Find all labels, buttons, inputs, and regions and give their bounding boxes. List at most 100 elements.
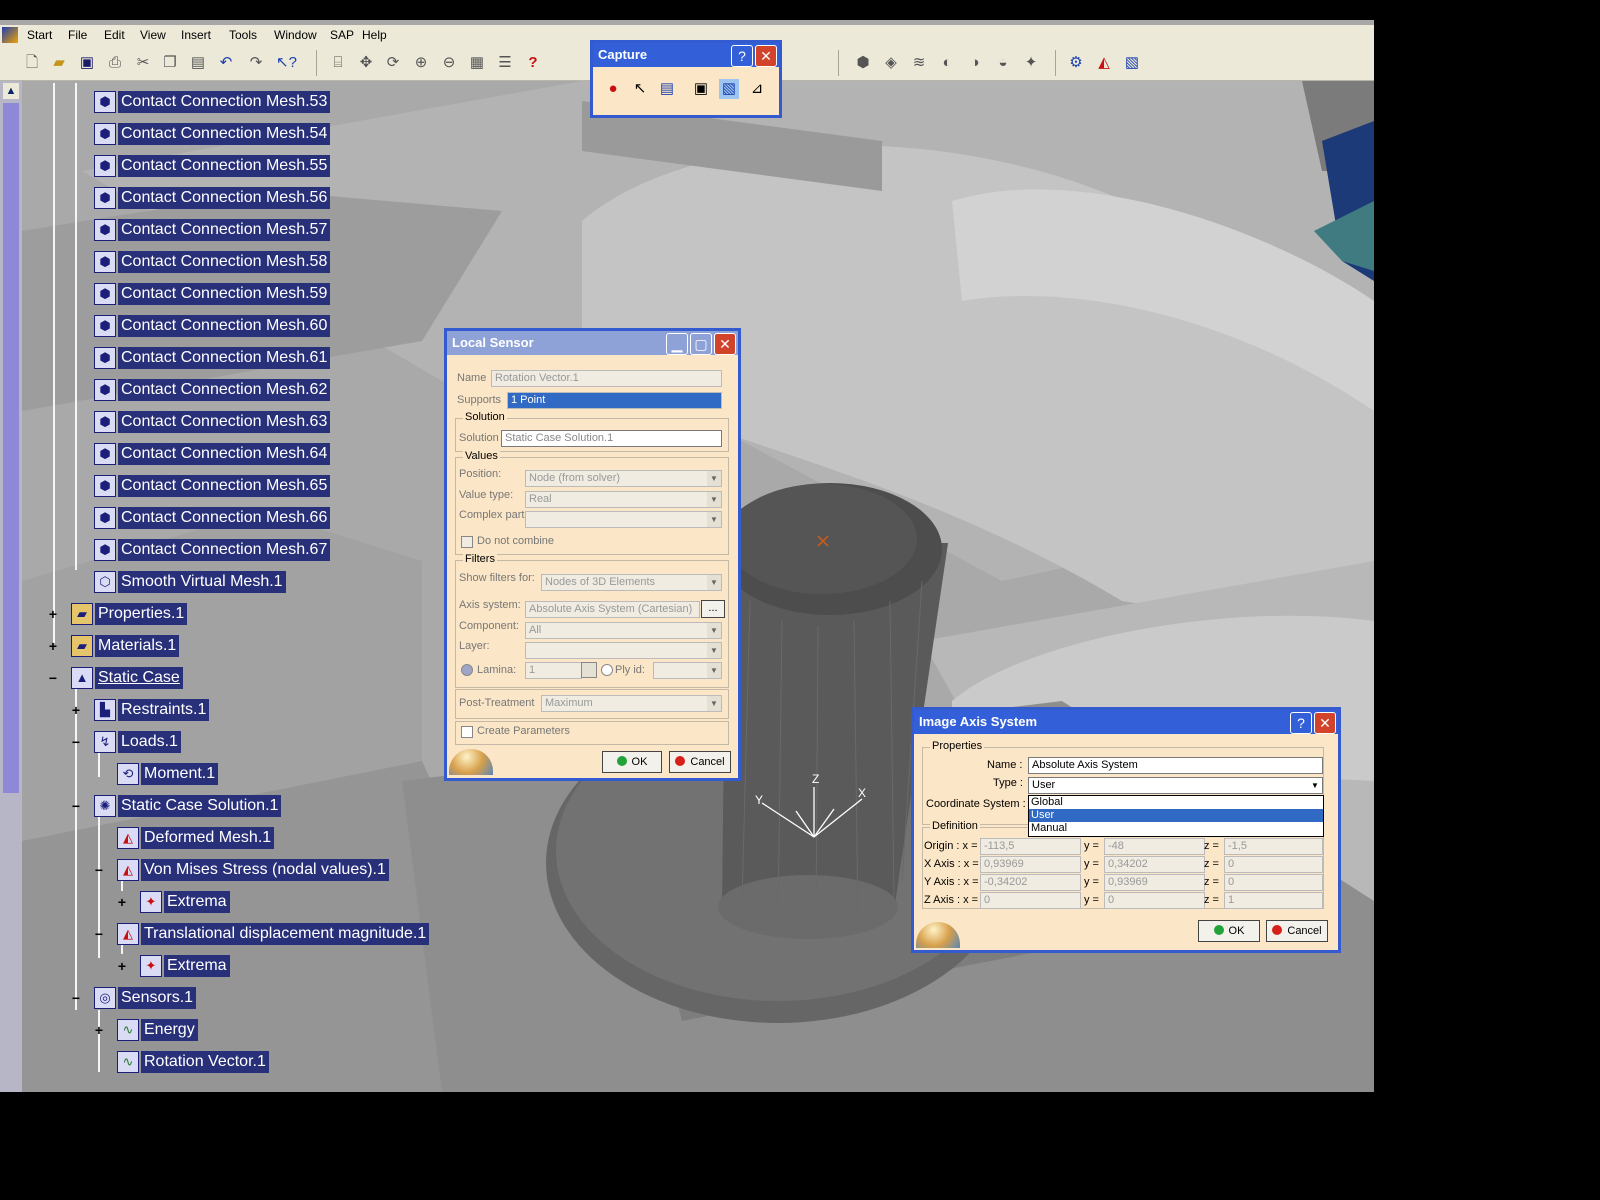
x-axis-x-field[interactable]: 0,93969 [980, 856, 1081, 873]
ok-button[interactable]: OK [1198, 920, 1260, 942]
collapse-icon[interactable]: − [93, 927, 105, 941]
menu-help[interactable]: Help [362, 28, 387, 42]
whats-this-icon[interactable]: ↖? [276, 53, 297, 73]
tree-item-label[interactable]: Contact Connection Mesh.57 [118, 219, 331, 241]
help-icon[interactable]: ? [523, 53, 543, 73]
menu-edit[interactable]: Edit [104, 28, 125, 42]
help-button[interactable]: ? [1290, 712, 1312, 734]
tree-item-label[interactable]: Contact Connection Mesh.54 [118, 123, 331, 145]
menu-window[interactable]: Window [274, 28, 317, 42]
position-select[interactable]: Node (from solver) ▼ [525, 470, 722, 487]
zoom-out-icon[interactable]: ⊖ [439, 53, 459, 73]
post-treatment-select[interactable]: Maximum ▼ [541, 695, 722, 712]
option-user[interactable]: User [1029, 809, 1323, 822]
tree-item-label[interactable]: Contact Connection Mesh.66 [118, 507, 331, 529]
y-axis-y-field[interactable]: 0,93969 [1104, 874, 1205, 891]
deform-icon[interactable]: ≋ [909, 53, 929, 73]
cancel-button[interactable]: Cancel [669, 751, 731, 773]
value-type-select[interactable]: Real ▼ [525, 491, 722, 508]
tree-item-label[interactable]: Contact Connection Mesh.64 [118, 443, 331, 465]
tree-item-label[interactable]: Contact Connection Mesh.65 [118, 475, 331, 497]
tree-item-label[interactable]: Contact Connection Mesh.61 [118, 347, 331, 369]
tree-item-label[interactable]: Contact Connection Mesh.53 [118, 91, 331, 113]
dropdown-arrow-icon[interactable]: ▼ [707, 575, 721, 590]
expand-icon[interactable]: + [70, 703, 82, 717]
axis-browse-button[interactable]: ... [701, 600, 725, 618]
tree-item-label[interactable]: Deformed Mesh.1 [141, 827, 275, 849]
collapse-icon[interactable]: − [47, 671, 59, 685]
animate-icon[interactable]: ◐ [937, 53, 957, 73]
pan-icon[interactable]: ✥ [356, 53, 376, 73]
expand-icon[interactable]: + [47, 607, 59, 621]
rotate-icon[interactable]: ⟳ [383, 53, 403, 73]
maximize-button[interactable]: ▢ [690, 333, 712, 355]
close-button[interactable]: ✕ [1314, 712, 1336, 734]
y-axis-x-field[interactable]: -0,34202 [980, 874, 1081, 891]
do-not-combine-checkbox[interactable] [461, 536, 473, 548]
origin-x-field[interactable]: -113,5 [980, 838, 1081, 855]
expand-icon[interactable]: + [93, 1023, 105, 1037]
tree-item-label[interactable]: Contact Connection Mesh.59 [118, 283, 331, 305]
dropdown-arrow-icon[interactable]: ▼ [707, 643, 721, 658]
z-axis-z-field[interactable]: 1 [1224, 892, 1323, 909]
lamina-radio[interactable] [461, 664, 473, 676]
print-icon[interactable]: ⎙ [105, 53, 125, 73]
z-axis-x-field[interactable]: 0 [980, 892, 1081, 909]
ply-id-select[interactable]: ▼ [653, 662, 722, 679]
tree-item-label[interactable]: Contact Connection Mesh.63 [118, 411, 331, 433]
cut-icon[interactable]: ✂ [133, 53, 153, 73]
menu-sap[interactable]: SAP [330, 28, 354, 42]
dropdown-arrow-icon[interactable]: ▼ [707, 623, 721, 638]
tree-item-label[interactable]: Restraints.1 [118, 699, 210, 721]
supports-field[interactable]: 1 Point [507, 392, 722, 409]
paste-icon[interactable]: ▤ [188, 53, 208, 73]
tree-item-label[interactable]: Moment.1 [141, 763, 219, 785]
minimize-button[interactable]: ▁ [666, 333, 688, 355]
x-axis-y-field[interactable]: 0,34202 [1104, 856, 1205, 873]
dropdown-arrow-icon[interactable]: ▼ [707, 492, 721, 507]
y-axis-z-field[interactable]: 0 [1224, 874, 1323, 891]
tree-item-label[interactable]: Contact Connection Mesh.56 [118, 187, 331, 209]
show-filters-select[interactable]: Nodes of 3D Elements ▼ [541, 574, 722, 591]
origin-y-field[interactable]: -48 [1104, 838, 1205, 855]
complex-part-select[interactable]: ▼ [525, 511, 722, 528]
tree-item-label[interactable]: Extrema [164, 955, 230, 977]
collapse-icon[interactable]: − [70, 991, 82, 1005]
x-axis-z-field[interactable]: 0 [1224, 856, 1323, 873]
z-axis-y-field[interactable]: 0 [1104, 892, 1205, 909]
expand-icon[interactable]: + [47, 639, 59, 653]
capture-mode-icon[interactable]: ▣ [691, 79, 711, 99]
tree-item-label[interactable]: Contact Connection Mesh.67 [118, 539, 331, 561]
extrema-icon[interactable]: ✦ [1021, 53, 1041, 73]
menu-view[interactable]: View [140, 28, 166, 42]
tree-item-label[interactable]: Contact Connection Mesh.58 [118, 251, 331, 273]
option-manual[interactable]: Manual [1029, 822, 1323, 835]
amplification-icon[interactable]: ◒ [993, 53, 1013, 73]
mesh-icon[interactable]: ⬢ [853, 53, 873, 73]
fly-mode-icon[interactable]: ⌸ [328, 53, 348, 73]
sensor-icon[interactable]: ◈ [881, 53, 901, 73]
tree-scrollbar[interactable]: ▲ [0, 81, 22, 1092]
tree-item-label[interactable]: Properties.1 [95, 603, 188, 625]
image-layout-icon[interactable]: ▧ [1122, 53, 1142, 73]
save-icon[interactable]: ▣ [77, 53, 97, 73]
record-icon[interactable]: ● [603, 79, 623, 99]
expand-icon[interactable]: + [116, 959, 128, 973]
select-icon[interactable]: ↖ [630, 79, 650, 99]
menu-insert[interactable]: Insert [181, 28, 211, 42]
type-select[interactable]: User ▼ [1028, 777, 1323, 794]
new-icon[interactable]: 🗋 [22, 53, 42, 73]
collapse-icon[interactable]: − [93, 863, 105, 877]
normal-view-icon[interactable]: ▦ [467, 53, 487, 73]
expand-icon[interactable]: + [116, 895, 128, 909]
help-button[interactable]: ? [731, 45, 753, 67]
lamina-field[interactable]: 1 [525, 662, 582, 679]
collapse-icon[interactable]: − [70, 799, 82, 813]
tree-item-label[interactable]: Materials.1 [95, 635, 180, 657]
tree-item-label[interactable]: Smooth Virtual Mesh.1 [118, 571, 286, 593]
dropdown-arrow-icon[interactable]: ▼ [707, 512, 721, 527]
cut-plane-icon[interactable]: ◑ [965, 53, 985, 73]
origin-z-field[interactable]: -1,5 [1224, 838, 1323, 855]
tree-item-label[interactable]: Translational displacement magnitude.1 [141, 923, 430, 945]
layer-select[interactable]: ▼ [525, 642, 722, 659]
